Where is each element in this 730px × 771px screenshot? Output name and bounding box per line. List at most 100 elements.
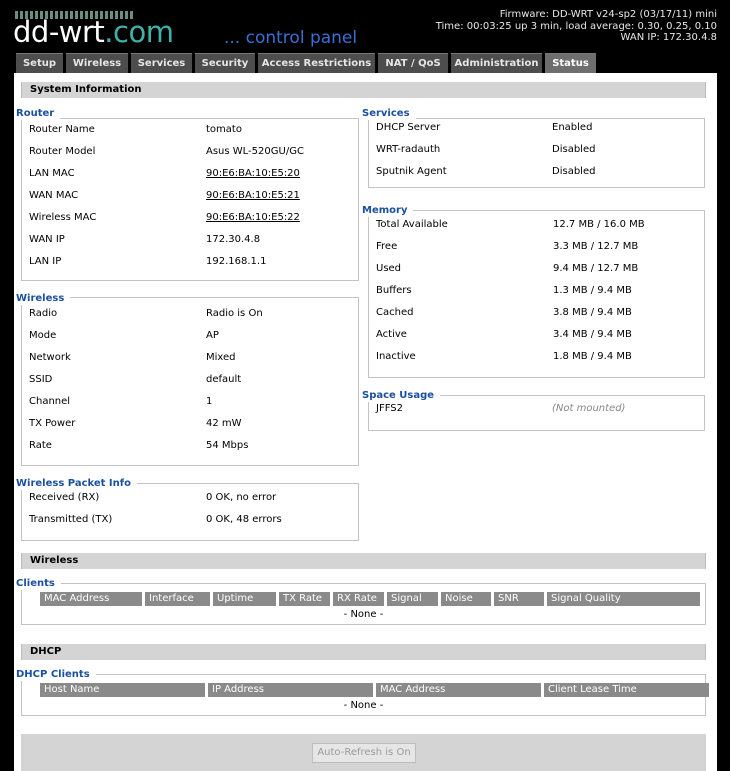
wireless-clients-box: MAC Address Interface Uptime TX Rate RX …: [21, 583, 706, 625]
services-legend: Services: [362, 108, 416, 120]
wireless-section-header: Wireless: [21, 553, 706, 569]
wireless-clients-empty: - None -: [343, 609, 384, 620]
col-tx-rate[interactable]: TX Rate: [279, 592, 330, 606]
main-tabs: Setup Wireless Services Security Access …: [16, 53, 596, 73]
ssid-value: default: [206, 374, 242, 385]
rx-value: 0 OK, no error: [206, 492, 277, 503]
rx-label: Received (RX): [29, 492, 100, 503]
col-signal-quality[interactable]: Signal Quality: [547, 592, 700, 606]
cached-value: 3.8 MB / 9.4 MB: [553, 307, 632, 318]
tab-administration[interactable]: Administration: [451, 53, 542, 73]
wrt-radauth-value: Disabled: [552, 144, 596, 155]
wan-ip-text: WAN IP: 172.30.4.8: [620, 32, 717, 43]
col-client-lease-time[interactable]: Client Lease Time: [544, 683, 709, 697]
router-legend: Router: [16, 108, 61, 120]
active-value: 3.4 MB / 9.4 MB: [553, 329, 632, 340]
buffers-value: 1.3 MB / 9.4 MB: [553, 285, 632, 296]
lan-ip-label: LAN IP: [29, 256, 62, 267]
main-panel: System Information Router Name tomato Rou…: [14, 73, 717, 771]
used-value: 9.4 MB / 12.7 MB: [553, 263, 639, 274]
system-information-header: System Information: [21, 82, 706, 98]
wan-ip-label: WAN IP: [29, 234, 65, 245]
dhcp-clients-legend: DHCP Clients: [16, 669, 96, 681]
free-value: 3.3 MB / 12.7 MB: [553, 241, 639, 252]
radio-value: Radio is On: [206, 308, 263, 319]
lan-mac-link[interactable]: 90:E6:BA:10:E5:20: [206, 166, 300, 182]
dhcp-section-header: DHCP: [21, 644, 706, 660]
sputnik-agent-label: Sputnik Agent: [376, 166, 447, 177]
cached-label: Cached: [376, 307, 414, 318]
tab-services[interactable]: Services: [131, 53, 192, 73]
sputnik-agent-value: Disabled: [552, 166, 596, 177]
logo-subtitle: ... control panel: [224, 28, 358, 48]
col-dhcp-mac-address[interactable]: MAC Address: [376, 683, 541, 697]
wireless-clients-header-row: MAC Address Interface Uptime TX Rate RX …: [40, 592, 700, 606]
col-ip-address[interactable]: IP Address: [208, 683, 373, 697]
router-name-value: tomato: [206, 124, 242, 135]
memory-box: Total Available 12.7 MB / 16.0 MB Free 3.3…: [368, 210, 705, 378]
tab-status[interactable]: Status: [545, 53, 596, 73]
col-snr[interactable]: SNR: [494, 592, 544, 606]
tab-setup[interactable]: Setup: [16, 53, 63, 73]
rate-value: 54 Mbps: [206, 440, 249, 451]
packet-info-legend: Wireless Packet Info: [16, 478, 137, 490]
inactive-label: Inactive: [376, 351, 416, 362]
tx-value: 0 OK, 48 errors: [206, 514, 282, 525]
mode-value: AP: [206, 330, 219, 341]
router-box: Router Name tomato Router Model Asus WL-52…: [21, 118, 359, 281]
mode-label: Mode: [29, 330, 57, 341]
router-model-label: Router Model: [29, 146, 96, 157]
wan-mac-link[interactable]: 90:E6:BA:10:E5:21: [206, 188, 300, 204]
dhcp-clients-empty: - None -: [343, 700, 384, 711]
footer-bar: Auto-Refresh is On: [21, 734, 706, 771]
col-rx-rate[interactable]: RX Rate: [333, 592, 384, 606]
channel-value: 1: [206, 396, 213, 407]
lan-mac-label: LAN MAC: [29, 168, 75, 179]
jffs2-label: JFFS2: [376, 403, 403, 414]
tx-power-value: 42 mW: [206, 418, 242, 429]
rate-label: Rate: [29, 440, 52, 451]
wan-ip-value: 172.30.4.8: [206, 234, 261, 245]
auto-refresh-button[interactable]: Auto-Refresh is On: [312, 743, 416, 763]
buffers-label: Buffers: [376, 285, 412, 296]
jffs2-value: (Not mounted): [552, 403, 626, 414]
lan-ip-value: 192.168.1.1: [206, 256, 267, 267]
tab-wireless[interactable]: Wireless: [66, 53, 128, 73]
wireless-mac-link[interactable]: 90:E6:BA:10:E5:22: [206, 210, 300, 226]
total-available-value: 12.7 MB / 16.0 MB: [553, 219, 645, 230]
col-mac-address[interactable]: MAC Address: [40, 592, 142, 606]
inactive-value: 1.8 MB / 9.4 MB: [553, 351, 632, 362]
packet-info-box: Received (RX) 0 OK, no error Transmitted …: [21, 483, 359, 541]
col-noise[interactable]: Noise: [441, 592, 491, 606]
dhcp-clients-header-row: Host Name IP Address MAC Address Client …: [40, 683, 709, 697]
header: dd-wrt.com ... control panel Firmware: D…: [0, 0, 730, 52]
dhcp-server-label: DHCP Server: [376, 122, 441, 133]
network-value: Mixed: [206, 352, 236, 363]
col-interface[interactable]: Interface: [145, 592, 210, 606]
wireless-box: Radio Radio is On Mode AP Network Mixed SSI…: [21, 297, 359, 466]
tx-label: Transmitted (TX): [29, 514, 113, 525]
used-label: Used: [376, 263, 402, 274]
wireless-mac-label: Wireless MAC: [29, 212, 97, 223]
tab-access-restrictions[interactable]: Access Restrictions: [258, 53, 375, 73]
logo[interactable]: dd-wrt.com: [13, 16, 174, 48]
space-usage-legend: Space Usage: [362, 390, 441, 402]
wan-mac-label: WAN MAC: [29, 190, 79, 201]
radio-label: Radio: [29, 308, 58, 319]
tab-nat-qos[interactable]: NAT / QoS: [378, 53, 448, 73]
services-box: DHCP Server Enabled WRT-radauth Disabled S…: [368, 118, 705, 188]
col-signal[interactable]: Signal: [387, 592, 438, 606]
col-host-name[interactable]: Host Name: [40, 683, 205, 697]
tab-security[interactable]: Security: [195, 53, 255, 73]
active-label: Active: [376, 329, 407, 340]
col-uptime[interactable]: Uptime: [213, 592, 276, 606]
dhcp-clients-box: Host Name IP Address MAC Address Client …: [21, 674, 709, 716]
memory-legend: Memory: [362, 205, 414, 217]
router-name-label: Router Name: [29, 124, 95, 135]
router-model-value: Asus WL-520GU/GC: [206, 146, 304, 157]
clients-legend: Clients: [16, 578, 61, 590]
network-label: Network: [29, 352, 71, 363]
firmware-text: Firmware: DD-WRT v24-sp2 (03/17/11) mini: [499, 9, 717, 20]
dhcp-server-value: Enabled: [552, 122, 593, 133]
total-available-label: Total Available: [376, 219, 448, 230]
